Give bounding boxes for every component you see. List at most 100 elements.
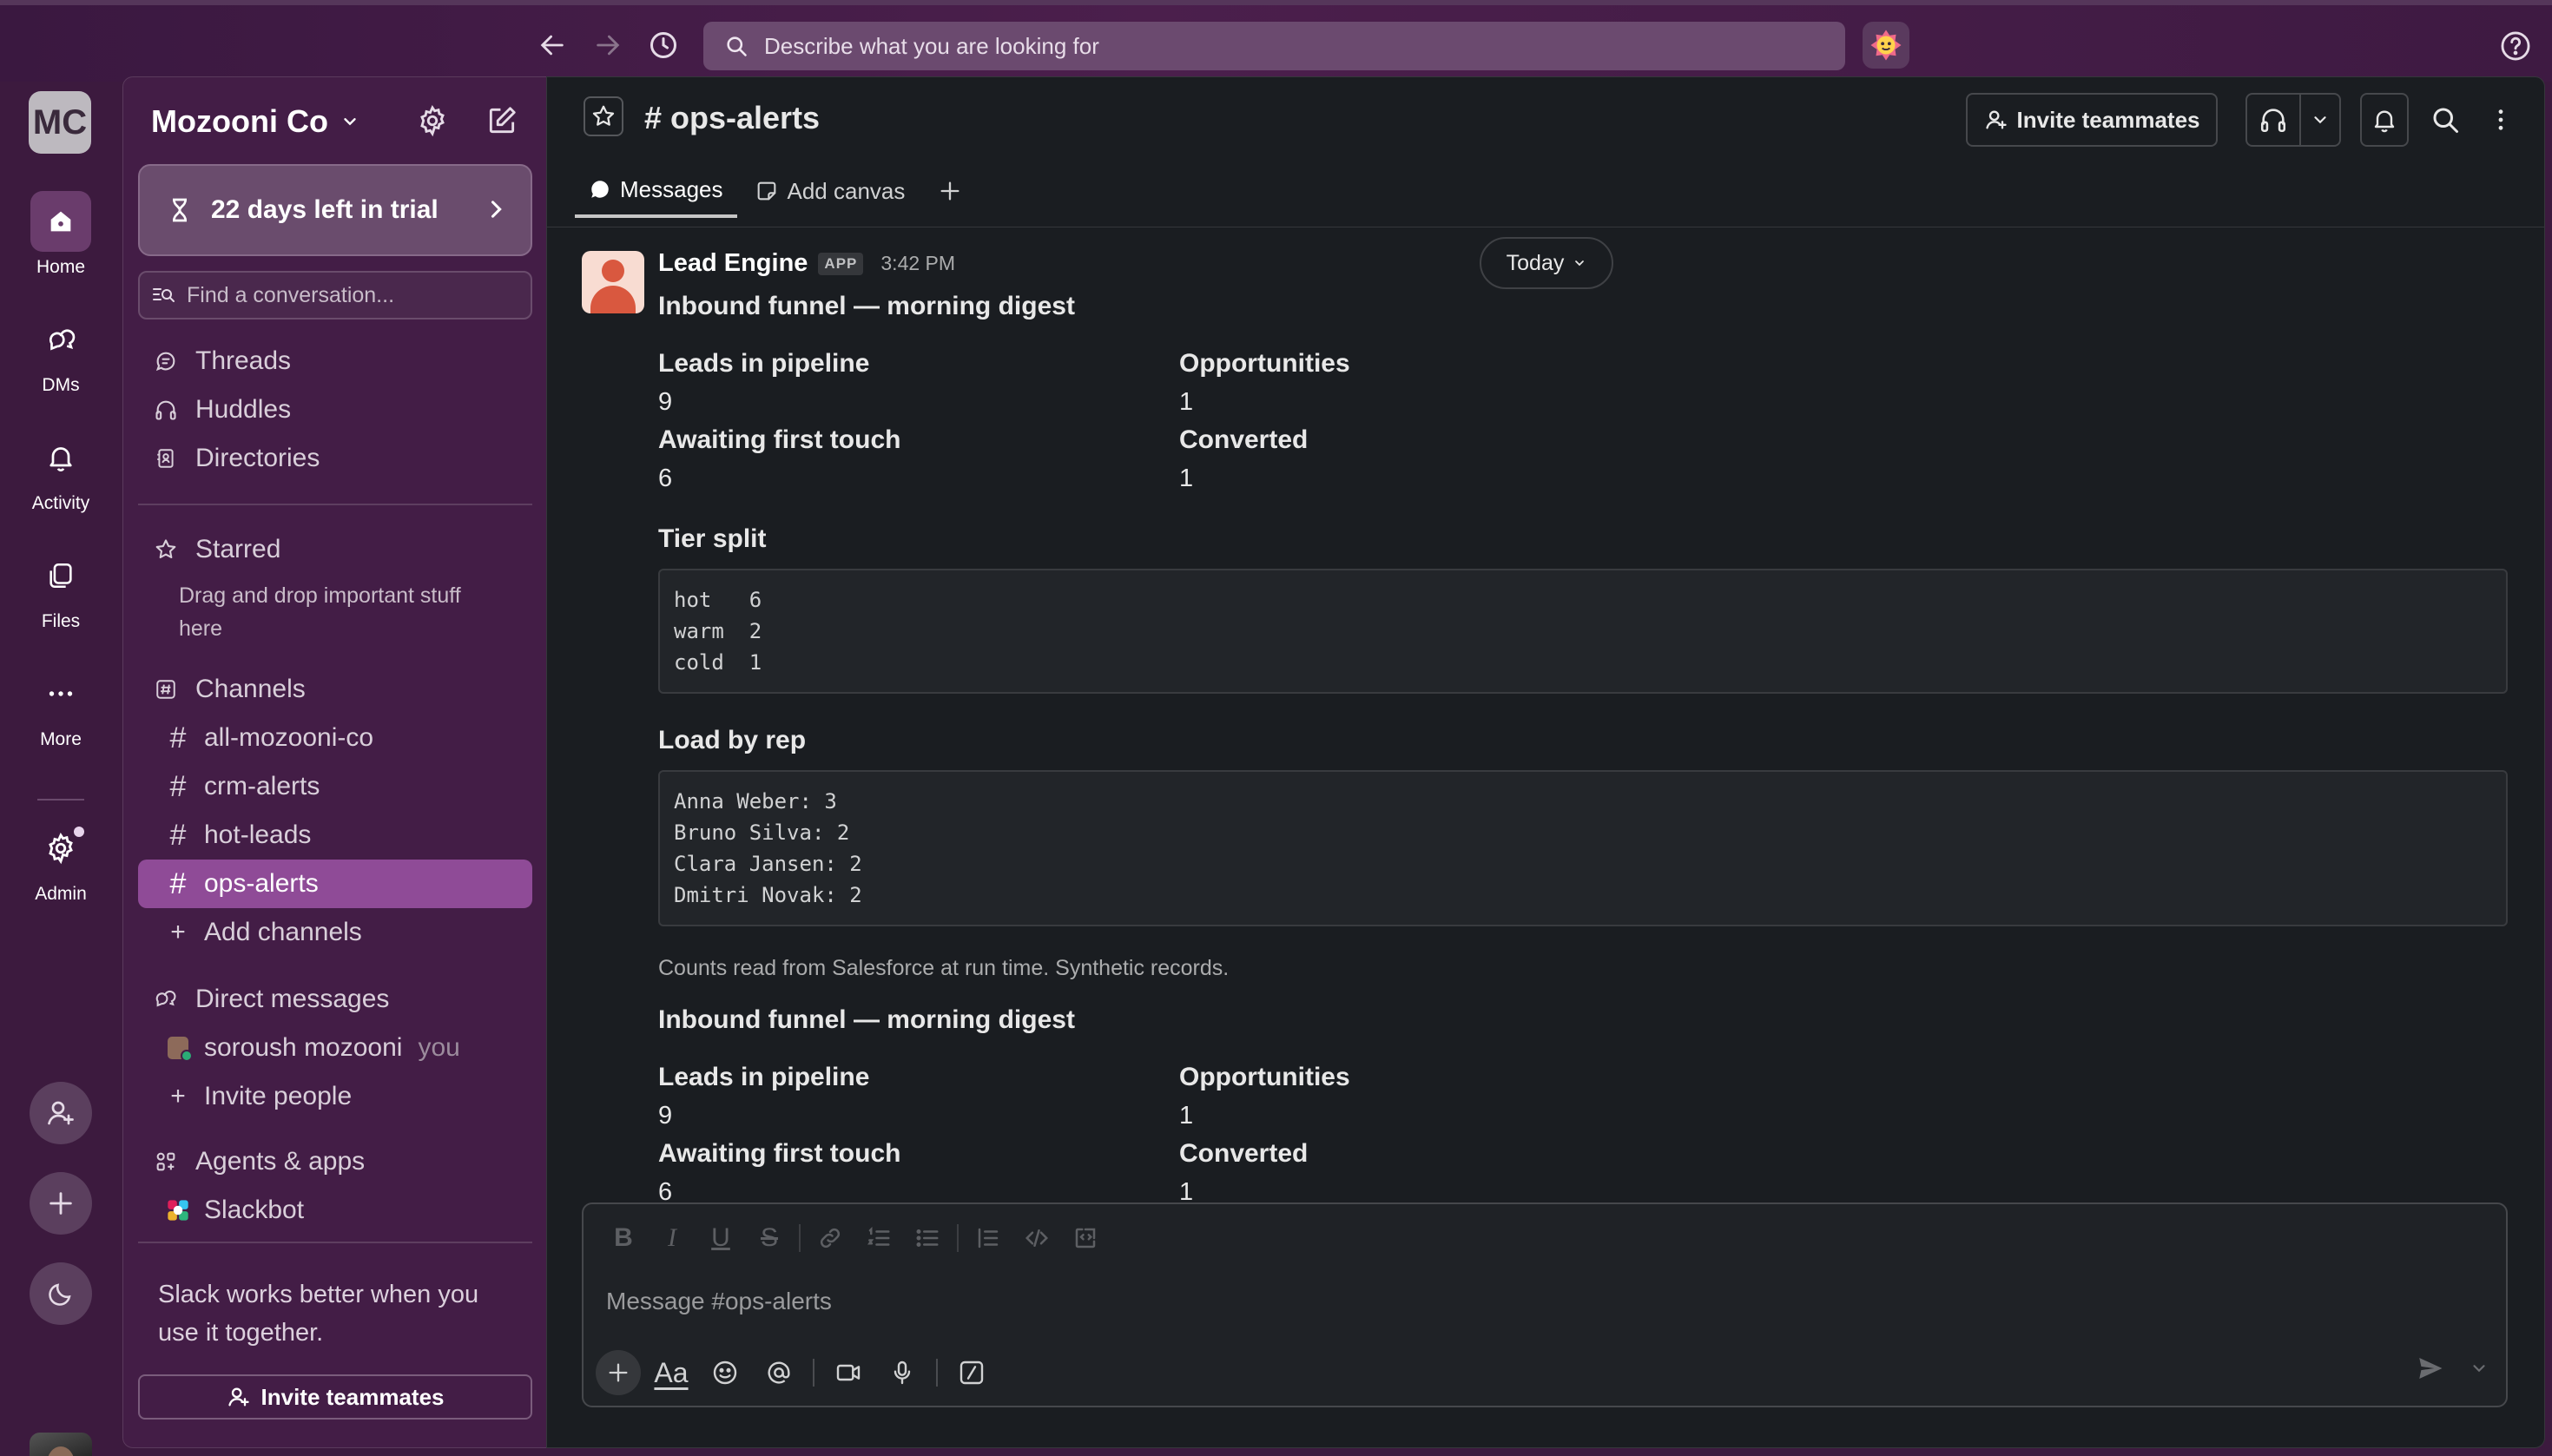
channel-crm-alerts[interactable]: # crm-alerts — [138, 762, 532, 811]
rail-home[interactable]: Home — [0, 191, 122, 278]
forward-arrow-icon[interactable] — [589, 26, 627, 64]
search-icon — [727, 36, 747, 56]
rail-files[interactable]: Files — [0, 545, 122, 632]
sender-name[interactable]: Lead Engine — [658, 249, 808, 278]
digest-title: Inbound funnel — morning digest — [658, 1005, 1075, 1034]
header-invite-button[interactable]: Invite teammates — [1966, 93, 2218, 147]
day-divider-label: Today — [1506, 250, 1565, 275]
rail-divider — [37, 799, 84, 800]
workspace-icon[interactable]: MC — [29, 91, 91, 154]
bulleted-list-icon[interactable] — [903, 1216, 952, 1260]
rail-activity-label: Activity — [31, 493, 90, 513]
strikethrough-icon[interactable]: S — [745, 1216, 794, 1260]
video-clip-icon[interactable] — [821, 1348, 875, 1397]
workspace-settings-icon[interactable] — [415, 103, 450, 138]
message-timestamp[interactable]: 3:42 PM — [880, 252, 955, 275]
help-icon[interactable] — [2499, 30, 2532, 63]
tab-messages[interactable]: Messages — [575, 164, 737, 218]
dms-section-icon — [152, 987, 180, 1011]
blockquote-icon[interactable] — [964, 1216, 1012, 1260]
add-channels[interactable]: + Add channels — [138, 908, 532, 957]
invite-people[interactable]: + Invite people — [138, 1072, 532, 1121]
section-starred[interactable]: Starred — [138, 525, 532, 574]
app-slackbot[interactable]: Slackbot — [138, 1186, 532, 1235]
section-direct-messages[interactable]: Direct messages — [138, 975, 532, 1024]
ordered-list-icon[interactable] — [854, 1216, 903, 1260]
toolbar-separator — [957, 1224, 959, 1252]
tab-add-canvas[interactable]: Add canvas — [741, 164, 920, 218]
dm-user-label: soroush mozooni — [204, 1033, 403, 1062]
nav-directories-label: Directories — [195, 444, 320, 472]
star-channel-button[interactable] — [584, 96, 623, 136]
italic-icon[interactable]: I — [648, 1216, 696, 1260]
add-user-button[interactable] — [30, 1082, 92, 1144]
slackbot-button[interactable] — [1863, 22, 1909, 69]
workspace-menu[interactable]: Mozooni Co — [151, 103, 359, 140]
attach-plus-button[interactable] — [596, 1350, 641, 1395]
slackbot-icon — [166, 1196, 190, 1224]
rail-admin[interactable]: Admin — [0, 818, 122, 905]
channel-ops-alerts[interactable]: # ops-alerts — [138, 860, 532, 908]
dm-soroush-mozooni[interactable]: soroush mozooni you — [138, 1024, 532, 1072]
sidebar-divider — [138, 504, 532, 505]
section-agents-apps[interactable]: Agents & apps — [138, 1137, 532, 1186]
compose-icon[interactable] — [485, 103, 519, 138]
new-item-button[interactable] — [30, 1172, 92, 1235]
emoji-icon[interactable] — [698, 1348, 752, 1397]
underline-icon[interactable]: U — [696, 1216, 745, 1260]
hourglass-icon — [173, 198, 187, 222]
rail-dms[interactable]: DMs — [0, 309, 122, 396]
chevron-down-icon — [344, 118, 356, 126]
channel-title[interactable]: # ops-alerts — [644, 100, 820, 136]
section-channels[interactable]: Channels — [138, 665, 532, 714]
channel-hot-leads[interactable]: # hot-leads — [138, 811, 532, 860]
link-icon[interactable] — [806, 1216, 854, 1260]
microphone-icon[interactable] — [875, 1348, 929, 1397]
formatting-toolbar: B I U S — [599, 1216, 1110, 1260]
back-arrow-icon[interactable] — [533, 26, 571, 64]
channel-label: crm-alerts — [204, 772, 320, 800]
channel-all-mozooni-co[interactable]: # all-mozooni-co — [138, 714, 532, 762]
code-icon[interactable] — [1012, 1216, 1061, 1260]
files-icon — [30, 545, 91, 606]
history-clock-icon[interactable] — [644, 26, 683, 64]
invite-teammates-button[interactable]: Invite teammates — [138, 1374, 532, 1420]
search-bar[interactable]: Describe what you are looking for — [703, 22, 1845, 70]
user-avatar[interactable] — [30, 1433, 92, 1456]
trial-banner[interactable]: 22 days left in trial — [138, 164, 532, 256]
field-leads-in-pipeline: Leads in pipeline 9 — [658, 1058, 1179, 1135]
nav-threads[interactable]: Threads — [138, 337, 532, 385]
nav-directories[interactable]: Directories — [138, 434, 532, 483]
formatting-toggle-icon[interactable]: Aa — [644, 1348, 698, 1397]
theme-toggle-button[interactable] — [30, 1262, 92, 1325]
huddle-options-button[interactable] — [2301, 95, 2339, 145]
hash-icon: # — [169, 866, 187, 900]
rail-activity[interactable]: Activity — [0, 427, 122, 514]
digest-title: Inbound funnel — morning digest — [658, 292, 1075, 320]
channel-search-button[interactable] — [2421, 93, 2470, 147]
find-conversation-input[interactable]: Find a conversation... — [138, 271, 532, 320]
schedule-send-chevron-icon[interactable] — [2470, 1359, 2489, 1378]
code-block-icon[interactable] — [1061, 1216, 1110, 1260]
invite-people-label: Invite people — [204, 1082, 353, 1110]
notifications-button[interactable] — [2360, 93, 2409, 147]
mention-icon[interactable] — [752, 1348, 806, 1397]
nav-huddles[interactable]: Huddles — [138, 385, 532, 434]
tab-canvas-label: Add canvas — [787, 177, 906, 204]
add-tab-button[interactable] — [924, 164, 976, 218]
message-input[interactable]: Message #ops-alerts — [606, 1288, 832, 1315]
dm-avatar — [166, 1037, 193, 1062]
huddle-button[interactable] — [2247, 95, 2301, 145]
day-divider-button[interactable]: Today — [1480, 237, 1613, 289]
lead-engine-avatar[interactable] — [582, 251, 644, 313]
slash-command-icon[interactable] — [945, 1348, 999, 1397]
rail-more[interactable]: More — [0, 663, 122, 750]
digest-fields: Leads in pipeline 9 Opportunities 1 Awai… — [658, 345, 2516, 497]
more-options-button[interactable] — [2476, 93, 2525, 147]
bold-icon[interactable]: B — [599, 1216, 648, 1260]
plus-icon — [940, 181, 959, 201]
send-icon[interactable] — [2416, 1354, 2445, 1383]
app-badge: APP — [818, 252, 864, 275]
field-label: Leads in pipeline — [658, 1063, 870, 1091]
field-label: Awaiting first touch — [658, 425, 901, 454]
